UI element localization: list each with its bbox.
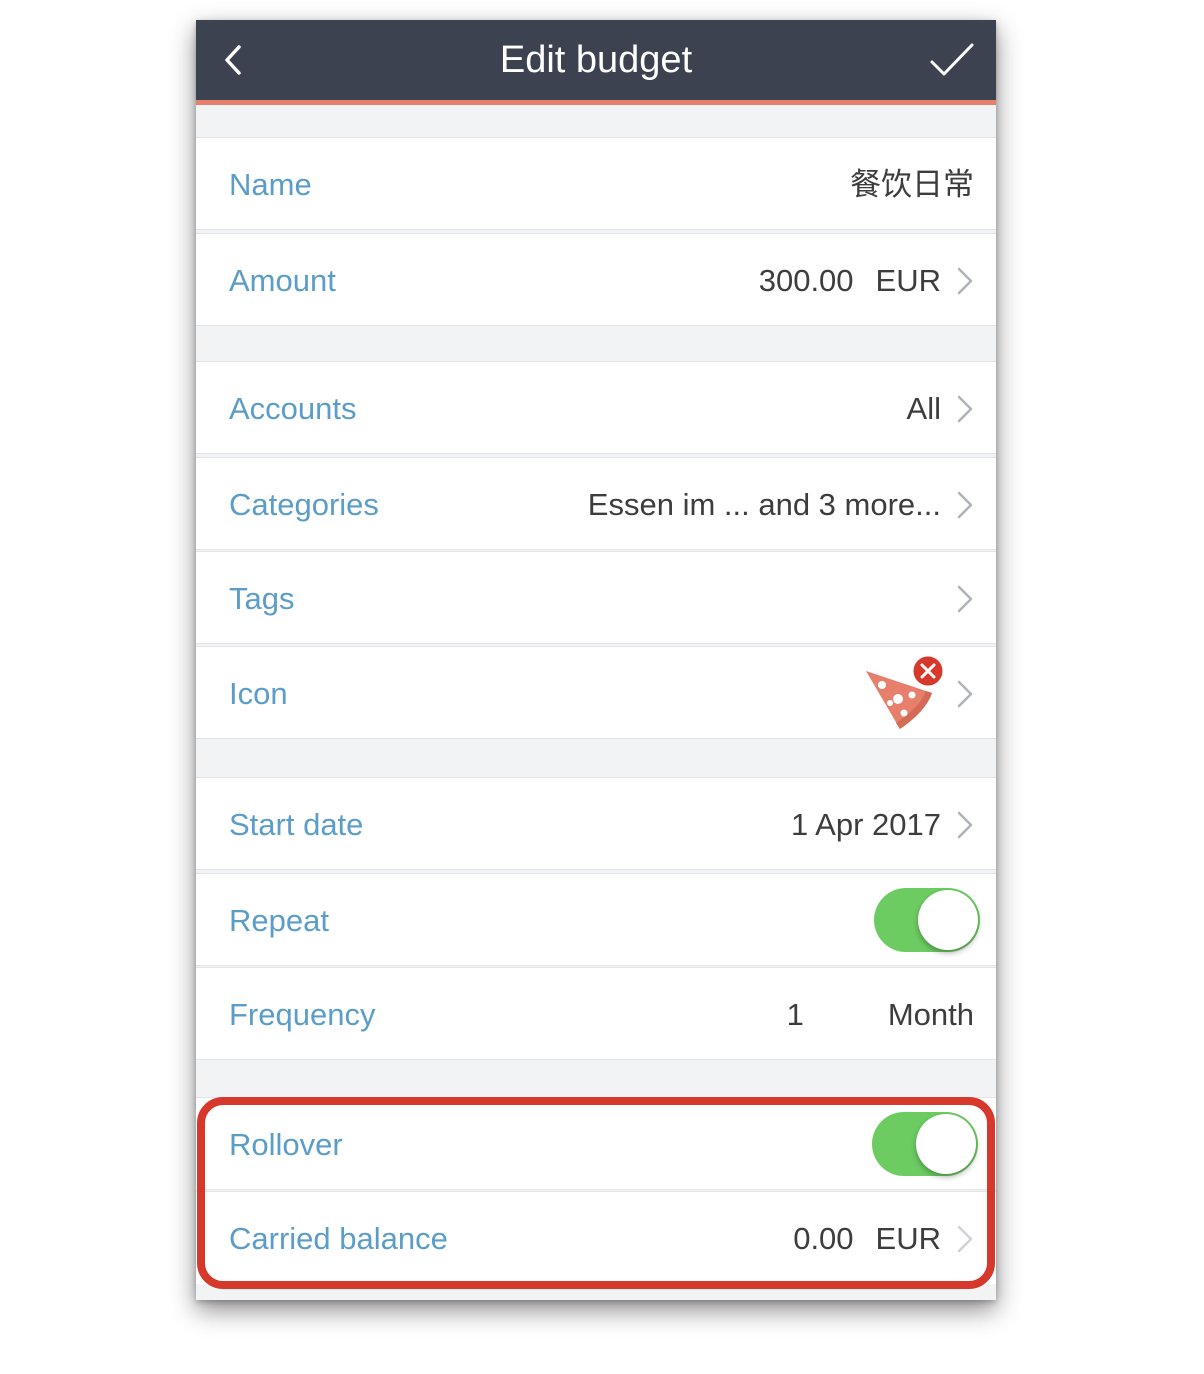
- frequency-unit[interactable]: Month: [888, 997, 974, 1032]
- start-date-value: 1 Apr 2017: [791, 807, 941, 842]
- chevron-right-icon: [957, 1225, 973, 1253]
- amount-currency: EUR: [875, 263, 941, 298]
- repeat-toggle[interactable]: [874, 888, 980, 952]
- chevron-right-icon: [957, 395, 973, 423]
- start-date-row[interactable]: Start date 1 Apr 2017: [196, 777, 996, 870]
- name-value: 餐饮日常: [850, 167, 974, 202]
- name-label: Name: [229, 167, 312, 202]
- categories-row[interactable]: Categories Essen im ... and 3 more...: [196, 457, 996, 550]
- amount-label: Amount: [229, 263, 336, 298]
- amount-row[interactable]: Amount 300.00 EUR: [196, 233, 996, 326]
- toggle-knob: [918, 890, 978, 950]
- frequency-value-group: 1 Month: [787, 968, 974, 1061]
- icon-row[interactable]: Icon: [196, 646, 996, 739]
- repeat-row: Repeat: [196, 873, 996, 966]
- edit-budget-screen: Edit budget Name 餐饮日常 Amount 300.00 EUR A…: [196, 20, 996, 1300]
- carried-balance-row[interactable]: Carried balance 0.00 EUR: [196, 1191, 996, 1284]
- categories-label: Categories: [229, 487, 379, 522]
- amount-value-group: 300.00 EUR: [759, 234, 941, 327]
- rollover-label: Rollover: [229, 1127, 343, 1162]
- amount-value: 300.00: [758, 263, 854, 298]
- tags-label: Tags: [229, 581, 295, 616]
- carried-balance-currency: EUR: [875, 1221, 941, 1256]
- rollover-row: Rollover: [196, 1097, 996, 1190]
- repeat-label: Repeat: [229, 903, 329, 938]
- chevron-left-icon: [225, 45, 241, 75]
- accounts-row[interactable]: Accounts All: [196, 361, 996, 454]
- accounts-label: Accounts: [229, 391, 357, 426]
- toggle-knob: [916, 1114, 976, 1174]
- chevron-right-icon: [957, 680, 973, 708]
- chevron-right-icon: [957, 267, 973, 295]
- checkmark-icon: [930, 43, 974, 76]
- carried-balance-value-group: 0.00 EUR: [793, 1192, 941, 1285]
- chevron-right-icon: [957, 585, 973, 613]
- categories-value: Essen im ... and 3 more...: [587, 487, 941, 522]
- chevron-right-icon: [957, 491, 973, 519]
- tags-row[interactable]: Tags: [196, 551, 996, 644]
- accounts-value: All: [906, 391, 941, 426]
- pizza-icon[interactable]: [860, 651, 950, 735]
- rollover-toggle[interactable]: [872, 1112, 978, 1176]
- icon-label: Icon: [229, 676, 288, 711]
- back-button[interactable]: [212, 38, 256, 82]
- name-row[interactable]: Name 餐饮日常: [196, 137, 996, 230]
- frequency-number[interactable]: 1: [787, 968, 804, 1061]
- start-date-label: Start date: [229, 807, 364, 842]
- carried-balance-label: Carried balance: [229, 1221, 448, 1256]
- navigation-bar: Edit budget: [196, 20, 996, 105]
- frequency-label: Frequency: [229, 997, 376, 1032]
- save-button[interactable]: [924, 34, 980, 86]
- remove-badge-icon[interactable]: [910, 653, 946, 689]
- page-title: Edit budget: [499, 39, 693, 81]
- frequency-row[interactable]: Frequency 1 Month: [196, 967, 996, 1060]
- carried-balance-value: 0.00: [793, 1221, 854, 1256]
- chevron-right-icon: [957, 811, 973, 839]
